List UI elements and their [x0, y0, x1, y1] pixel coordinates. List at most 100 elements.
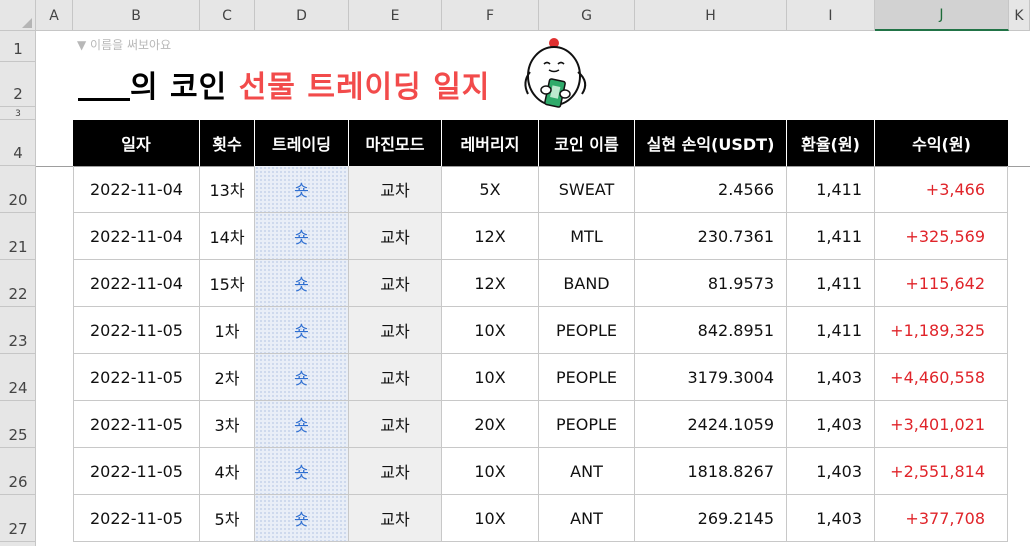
column-header[interactable]: C	[200, 0, 255, 31]
row-header[interactable]: 25	[0, 401, 36, 448]
count-cell[interactable]: 5차	[200, 495, 255, 542]
date-cell[interactable]: 2022-11-05	[73, 401, 200, 448]
column-header[interactable]: J	[875, 0, 1009, 31]
column-header[interactable]: A	[36, 0, 73, 31]
profit-cell[interactable]: +325,569	[875, 213, 1008, 260]
date-cell[interactable]: 2022-11-05	[73, 448, 200, 495]
coin-cell[interactable]: ANT	[539, 495, 635, 542]
row-header[interactable]: 26	[0, 448, 36, 495]
coin-cell[interactable]: ANT	[539, 448, 635, 495]
profit-cell[interactable]: +3,466	[875, 166, 1008, 213]
row-header[interactable]: 22	[0, 260, 36, 307]
count-cell[interactable]: 13차	[200, 166, 255, 213]
date-cell[interactable]: 2022-11-04	[73, 213, 200, 260]
table-header-cell[interactable]: 일자	[73, 120, 200, 166]
coin-cell[interactable]: PEOPLE	[539, 354, 635, 401]
row-header[interactable]: 2	[0, 62, 36, 107]
trade-cell[interactable]: 숏	[255, 354, 349, 401]
margin-cell[interactable]: 교차	[349, 213, 442, 260]
pnl-cell[interactable]: 2.4566	[635, 166, 787, 213]
rate-cell[interactable]: 1,411	[787, 307, 875, 354]
rate-cell[interactable]: 1,411	[787, 213, 875, 260]
count-cell[interactable]: 3차	[200, 401, 255, 448]
margin-cell[interactable]: 교차	[349, 260, 442, 307]
table-header-cell[interactable]: 마진모드	[349, 120, 442, 166]
leverage-cell[interactable]: 10X	[442, 354, 539, 401]
margin-cell[interactable]: 교차	[349, 401, 442, 448]
row-header[interactable]: 20	[0, 166, 36, 213]
pnl-cell[interactable]: 1818.8267	[635, 448, 787, 495]
count-cell[interactable]: 4차	[200, 448, 255, 495]
column-header[interactable]: E	[349, 0, 442, 31]
leverage-cell[interactable]: 12X	[442, 260, 539, 307]
count-cell[interactable]: 1차	[200, 307, 255, 354]
count-cell[interactable]: 14차	[200, 213, 255, 260]
row-header[interactable]: 21	[0, 213, 36, 260]
row-header[interactable]: 3	[0, 107, 36, 120]
margin-cell[interactable]: 교차	[349, 495, 442, 542]
coin-cell[interactable]: PEOPLE	[539, 401, 635, 448]
column-header[interactable]: G	[539, 0, 635, 31]
pnl-cell[interactable]: 81.9573	[635, 260, 787, 307]
margin-cell[interactable]: 교차	[349, 307, 442, 354]
margin-cell[interactable]: 교차	[349, 448, 442, 495]
date-cell[interactable]: 2022-11-04	[73, 260, 200, 307]
table-header-cell[interactable]: 코인 이름	[539, 120, 635, 166]
trade-cell[interactable]: 숏	[255, 448, 349, 495]
profit-cell[interactable]: +115,642	[875, 260, 1008, 307]
column-header[interactable]: H	[635, 0, 787, 31]
profit-cell[interactable]: +4,460,558	[875, 354, 1008, 401]
date-cell[interactable]: 2022-11-05	[73, 354, 200, 401]
leverage-cell[interactable]: 10X	[442, 495, 539, 542]
rate-cell[interactable]: 1,403	[787, 495, 875, 542]
column-header[interactable]: K	[1009, 0, 1030, 31]
date-cell[interactable]: 2022-11-05	[73, 307, 200, 354]
rate-cell[interactable]: 1,403	[787, 354, 875, 401]
row-header[interactable]: 4	[0, 120, 36, 166]
column-header[interactable]: I	[787, 0, 875, 31]
trade-cell[interactable]: 숏	[255, 307, 349, 354]
leverage-cell[interactable]: 5X	[442, 166, 539, 213]
leverage-cell[interactable]: 10X	[442, 307, 539, 354]
table-header-cell[interactable]: 횟수	[200, 120, 255, 166]
leverage-cell[interactable]: 20X	[442, 401, 539, 448]
profit-cell[interactable]: +1,189,325	[875, 307, 1008, 354]
name-blank-line[interactable]	[78, 68, 130, 101]
trade-cell[interactable]: 숏	[255, 166, 349, 213]
rate-cell[interactable]: 1,403	[787, 448, 875, 495]
column-header[interactable]: B	[73, 0, 200, 31]
table-header-cell[interactable]: 환율(원)	[787, 120, 875, 166]
row-header[interactable]: 27	[0, 495, 36, 542]
pnl-cell[interactable]: 842.8951	[635, 307, 787, 354]
table-header-cell[interactable]: 실현 손익(USDT)	[635, 120, 787, 166]
date-cell[interactable]: 2022-11-04	[73, 166, 200, 213]
profit-cell[interactable]: +377,708	[875, 495, 1008, 542]
column-header[interactable]: F	[442, 0, 539, 31]
trade-cell[interactable]: 숏	[255, 213, 349, 260]
margin-cell[interactable]: 교차	[349, 354, 442, 401]
column-header[interactable]: D	[255, 0, 349, 31]
coin-cell[interactable]: BAND	[539, 260, 635, 307]
date-cell[interactable]: 2022-11-05	[73, 495, 200, 542]
pnl-cell[interactable]: 230.7361	[635, 213, 787, 260]
coin-cell[interactable]: SWEAT	[539, 166, 635, 213]
table-header-cell[interactable]: 레버리지	[442, 120, 539, 166]
table-header-cell[interactable]: 수익(원)	[875, 120, 1008, 166]
margin-cell[interactable]: 교차	[349, 166, 442, 213]
trade-cell[interactable]: 숏	[255, 260, 349, 307]
rate-cell[interactable]: 1,411	[787, 166, 875, 213]
coin-cell[interactable]: MTL	[539, 213, 635, 260]
count-cell[interactable]: 15차	[200, 260, 255, 307]
coin-cell[interactable]: PEOPLE	[539, 307, 635, 354]
pnl-cell[interactable]: 3179.3004	[635, 354, 787, 401]
count-cell[interactable]: 2차	[200, 354, 255, 401]
row-header[interactable]: 23	[0, 307, 36, 354]
table-header-cell[interactable]: 트레이딩	[255, 120, 349, 166]
trade-cell[interactable]: 숏	[255, 495, 349, 542]
select-all-corner[interactable]	[0, 0, 36, 31]
rate-cell[interactable]: 1,403	[787, 401, 875, 448]
rate-cell[interactable]: 1,411	[787, 260, 875, 307]
row-header[interactable]: 1	[0, 31, 36, 62]
pnl-cell[interactable]: 2424.1059	[635, 401, 787, 448]
profit-cell[interactable]: +3,401,021	[875, 401, 1008, 448]
